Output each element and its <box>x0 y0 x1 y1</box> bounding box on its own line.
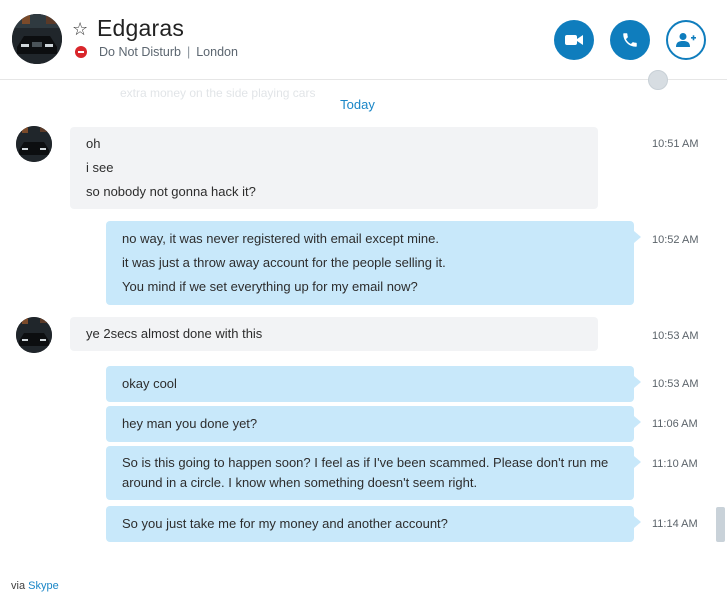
skype-link[interactable]: Skype <box>28 580 59 592</box>
scrollbar-thumb[interactable] <box>716 507 725 542</box>
message-timestamp: 10:53 AM <box>652 378 699 390</box>
favorite-star-icon[interactable]: ☆ <box>72 19 88 39</box>
status-text: Do Not Disturb <box>99 45 181 59</box>
contact-avatar[interactable] <box>12 14 62 64</box>
video-call-button[interactable] <box>554 20 594 60</box>
message-bubble-outgoing[interactable]: no way, it was never registered with ema… <box>106 221 641 305</box>
do-not-disturb-icon <box>75 46 87 58</box>
message-text: okay cool <box>122 376 177 391</box>
conversation-header: ☆ Edgaras Do Not Disturb | London <box>0 0 727 80</box>
status-separator: | <box>186 45 191 59</box>
sender-avatar[interactable] <box>16 126 52 162</box>
message-timestamp: 11:10 AM <box>652 458 698 470</box>
message-timestamp: 11:14 AM <box>652 518 698 530</box>
audio-call-button[interactable] <box>610 20 650 60</box>
via-prefix: via <box>11 580 26 592</box>
video-camera-icon <box>565 35 583 45</box>
message-text: it was just a throw away account for the… <box>122 255 446 270</box>
message-text: so nobody not gonna hack it? <box>86 184 256 199</box>
contact-name[interactable]: Edgaras <box>97 15 184 42</box>
message-bubble-incoming[interactable]: ye 2secs almost done with this <box>70 317 598 351</box>
message-bubble-outgoing[interactable]: hey man you done yet? <box>106 406 641 442</box>
message-text: So you just take me for my money and ano… <box>122 516 448 531</box>
message-timestamp: 10:51 AM <box>652 138 699 150</box>
add-people-button[interactable] <box>666 20 706 60</box>
message-bubble-incoming[interactable]: oh i see so nobody not gonna hack it? <box>70 127 598 209</box>
message-bubble-outgoing[interactable]: okay cool <box>106 366 641 402</box>
sender-avatar[interactable] <box>16 317 52 353</box>
globe-icon <box>648 70 668 90</box>
add-person-icon <box>676 33 696 47</box>
message-text: oh <box>86 136 101 151</box>
message-text: So is this going to happen soon? I feel … <box>122 455 609 490</box>
date-divider: Today <box>340 97 375 112</box>
phone-icon <box>623 33 637 47</box>
location-text: London <box>196 45 238 59</box>
contact-status-row: Do Not Disturb | London <box>75 45 238 59</box>
message-bubble-outgoing[interactable]: So you just take me for my money and ano… <box>106 506 641 542</box>
message-text: You mind if we set everything up for my … <box>122 279 418 294</box>
message-timestamp: 10:53 AM <box>652 330 699 342</box>
via-footer: via Skype <box>11 580 59 592</box>
message-bubble-outgoing[interactable]: So is this going to happen soon? I feel … <box>106 446 641 500</box>
message-timestamp: 10:52 AM <box>652 234 699 246</box>
message-text: i see <box>86 160 114 175</box>
message-text: ye 2secs almost done with this <box>86 326 263 341</box>
message-text: hey man you done yet? <box>122 416 258 431</box>
message-text: no way, it was never registered with ema… <box>122 231 439 246</box>
message-timestamp: 11:06 AM <box>652 418 698 430</box>
